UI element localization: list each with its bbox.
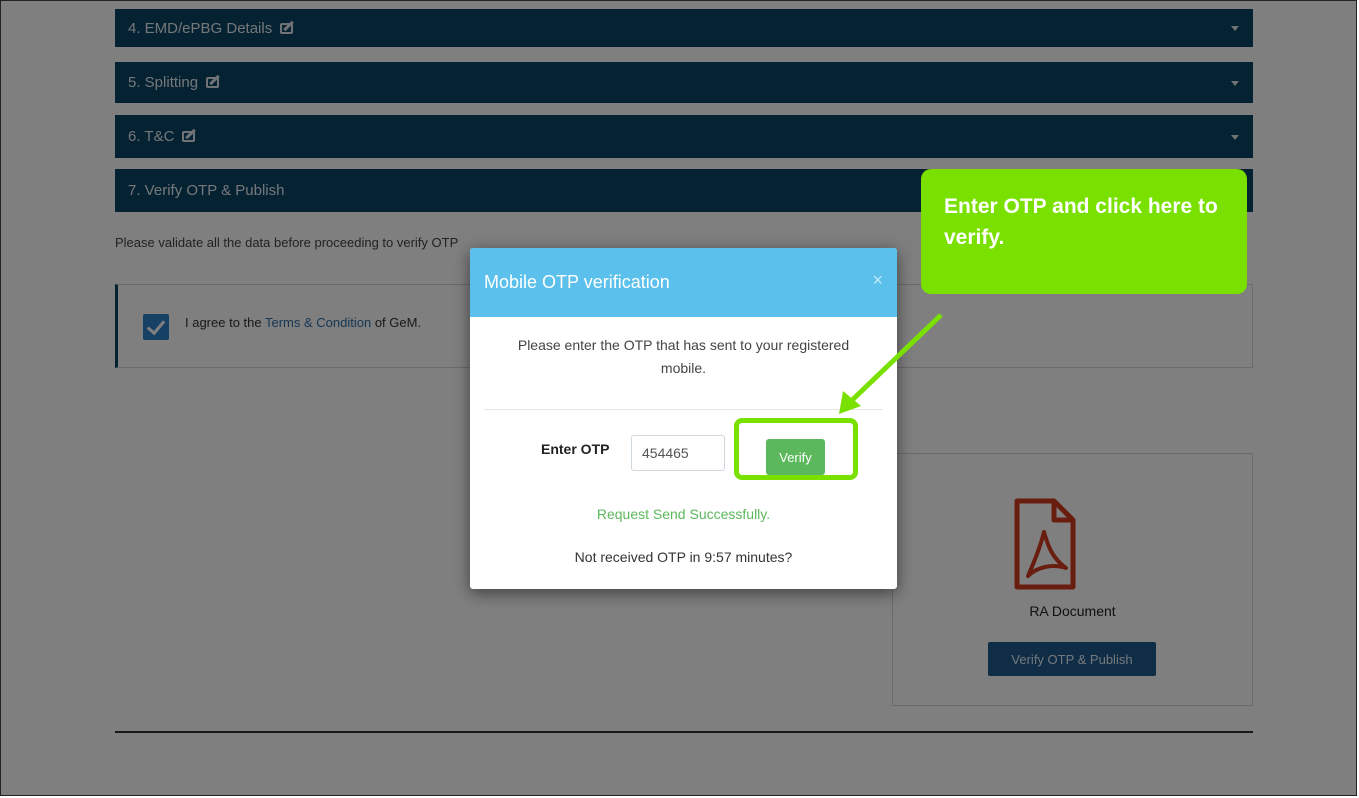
verify-button-highlight: [734, 418, 858, 480]
otp-instruction: Please enter the OTP that has sent to yo…: [517, 337, 850, 376]
request-status: Request Send Successfully.: [596, 506, 771, 522]
page-frame: 4. EMD/ePBG Details 5. Splitting 6. T&C …: [0, 0, 1357, 796]
otp-input[interactable]: [631, 435, 725, 471]
modal-header: Mobile OTP verification ×: [470, 248, 897, 317]
modal-title: Mobile OTP verification: [484, 272, 670, 292]
close-icon[interactable]: ×: [872, 270, 883, 291]
instruction-callout: Enter OTP and click here to verify.: [921, 169, 1247, 294]
resend-timer-text: Not received OTP in 9:57 minutes?: [574, 549, 793, 565]
modal-divider: [484, 409, 883, 410]
otp-label: Enter OTP: [541, 441, 610, 457]
